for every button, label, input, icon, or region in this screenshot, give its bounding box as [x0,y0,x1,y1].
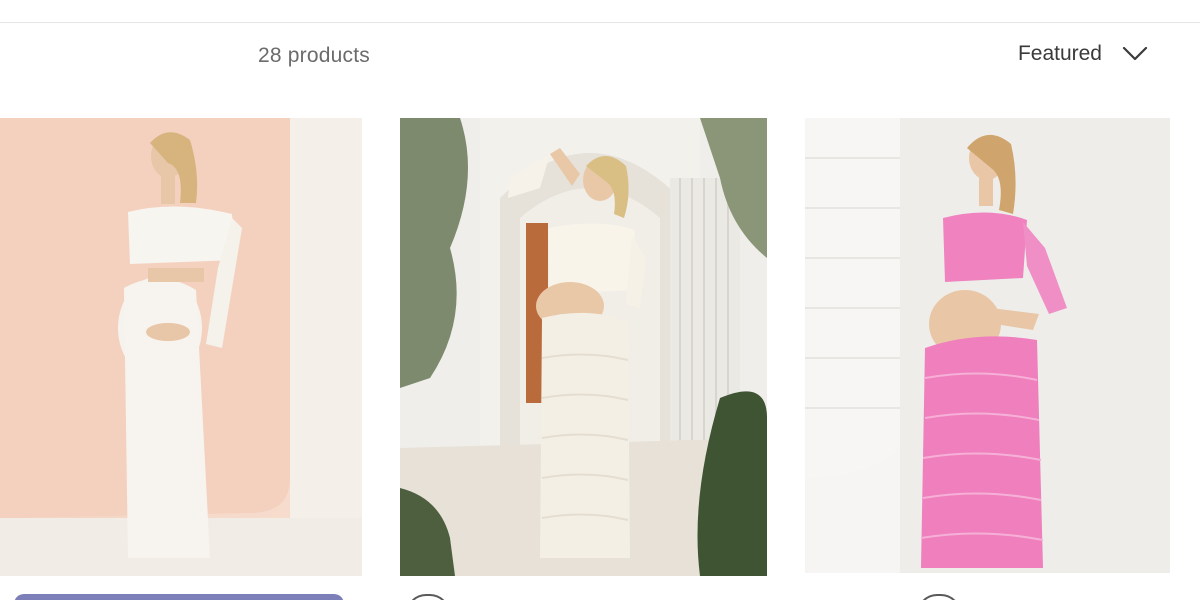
product-photo [0,118,362,576]
product-grid [0,118,1200,600]
header-divider [0,22,1200,23]
product-count: 28 products [258,44,370,67]
quick-add-button[interactable] [14,594,344,600]
sort-dropdown[interactable]: Featured [1018,42,1148,66]
product-image[interactable] [805,118,1170,573]
color-swatch[interactable] [406,594,450,600]
collection-page: 28 products Featured [0,0,1200,600]
product-photo [400,118,767,576]
product-card[interactable] [400,118,767,600]
product-card[interactable] [805,118,1170,600]
product-image[interactable] [0,118,362,576]
collection-toolbar: 28 products Featured [0,36,1200,80]
color-swatch[interactable] [917,594,961,600]
chevron-down-icon [1122,46,1148,61]
product-photo [805,118,1170,573]
product-card[interactable] [0,118,362,600]
product-image[interactable] [400,118,767,576]
sort-label: Featured [1017,42,1102,65]
